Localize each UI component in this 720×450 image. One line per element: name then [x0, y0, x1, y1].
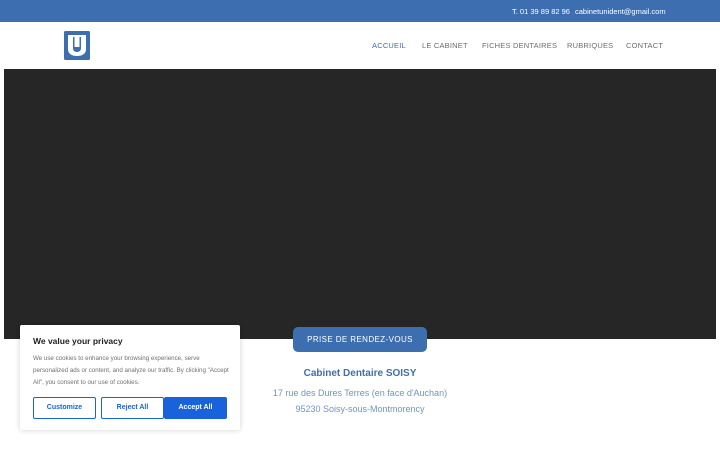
- tooth-logo-icon[interactable]: [64, 31, 90, 60]
- reject-all-button[interactable]: Reject All: [101, 397, 164, 419]
- email-link[interactable]: cabinetunident@gmail.com: [575, 7, 666, 16]
- accept-all-button[interactable]: Accept All: [164, 397, 227, 419]
- nav-rubriques[interactable]: RUBRIQUES: [567, 41, 613, 50]
- cookie-consent-banner: We value your privacy We use cookies to …: [20, 325, 240, 430]
- appointment-button[interactable]: PRISE DE RENDEZ-VOUS: [293, 327, 427, 352]
- site-header: ACCUEIL LE CABINET FICHES DENTAIRES RUBR…: [0, 22, 720, 69]
- top-contact-bar: T. 01 39 89 82 96 cabinetunident@gmail.c…: [0, 0, 720, 22]
- nav-contact[interactable]: CONTACT: [626, 41, 663, 50]
- cookie-title: We value your privacy: [33, 336, 123, 346]
- nav-accueil[interactable]: ACCUEIL: [372, 41, 406, 50]
- nav-fiches-dentaires[interactable]: FICHES DENTAIRES: [482, 41, 557, 50]
- cookie-text: We use cookies to enhance your browsing …: [33, 355, 229, 386]
- phone-number[interactable]: T. 01 39 89 82 96: [512, 7, 570, 16]
- nav-le-cabinet[interactable]: LE CABINET: [422, 41, 468, 50]
- customize-button[interactable]: Customize: [33, 397, 96, 419]
- hero-banner: [4, 69, 716, 339]
